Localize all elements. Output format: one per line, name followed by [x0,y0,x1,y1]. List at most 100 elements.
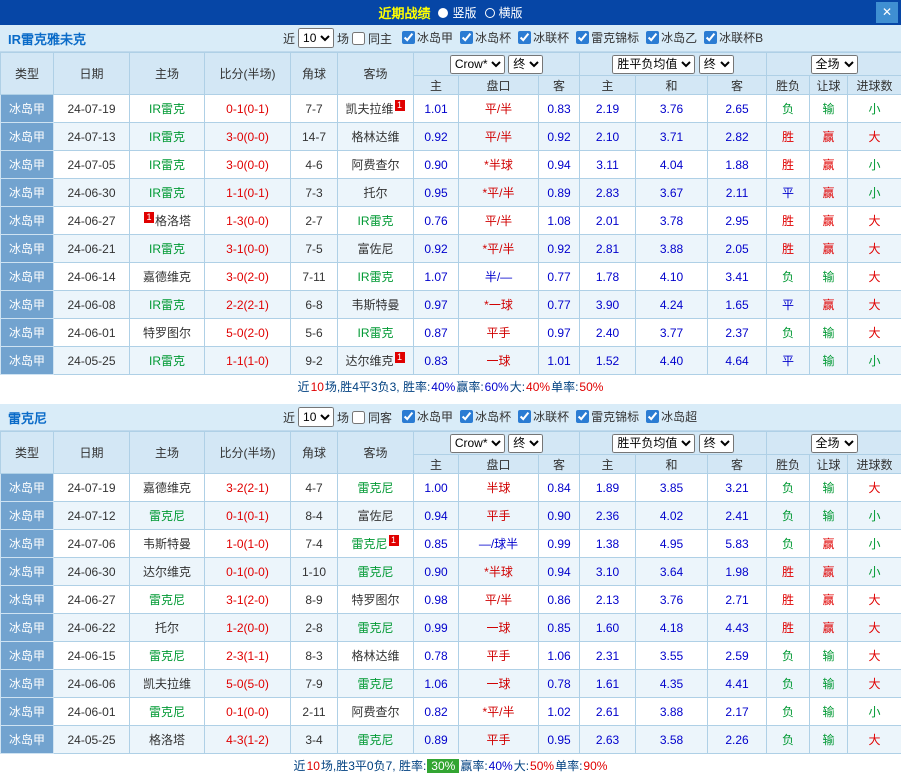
cell: 2-11 [291,698,338,726]
cell: 小 [848,347,901,375]
cell: 赢 [810,179,848,207]
cell: 平 [767,179,810,207]
cell: 3.85 [636,474,708,502]
cell: 阿费查尔 [338,698,414,726]
cell: 0.78 [539,670,580,698]
cell: 富佐尼 [338,502,414,530]
cell: 0.83 [539,95,580,123]
league-checkbox[interactable] [460,31,473,44]
cell: 3.10 [580,558,636,586]
cell: 0.82 [414,698,459,726]
league-label: 雷克锦标 [591,408,639,425]
odds-state-select[interactable]: 终 [508,434,543,453]
cell: 1.60 [580,614,636,642]
cell: 4.02 [636,502,708,530]
cell: 嘉德维克 [130,474,205,502]
cell: 1-10 [291,558,338,586]
euro-state-select[interactable]: 终 [699,434,734,453]
cell: 2.17 [708,698,767,726]
cell: 嘉德维克 [130,263,205,291]
cell: 输 [810,502,848,530]
layout-vertical-label: 竖版 [452,4,476,21]
cell: 冰岛甲 [1,726,54,754]
cell: 1-3(0-0) [205,207,291,235]
cell: 0.92 [539,235,580,263]
cell: 韦斯特曼 [130,530,205,558]
cell: 雷克尼1 [338,530,414,558]
summary-part: 60% [485,380,509,394]
cell: 3-0(2-0) [205,263,291,291]
league-checkbox[interactable] [402,31,415,44]
cell: 8-3 [291,642,338,670]
cell: 冰岛甲 [1,586,54,614]
cell: 冰岛甲 [1,151,54,179]
summary-part: 场,胜3平0负7, 胜率: [321,757,426,774]
cell: 1-0(1-0) [205,530,291,558]
col-date: 日期 [54,53,130,95]
asia-odds-controls: Crow* 终 [414,53,580,76]
same-venue-checkbox[interactable] [352,411,365,424]
league-checkbox[interactable] [576,31,589,44]
red-card-badge: 1 [395,352,405,363]
col-asia-away: 客 [539,455,580,474]
cell: 赢 [810,207,848,235]
league-checkbox[interactable] [460,410,473,423]
layout-vertical-radio[interactable]: 竖版 [438,4,476,21]
col-euro-away: 客 [708,76,767,95]
league-checkbox[interactable] [704,31,717,44]
cell: 1.06 [539,642,580,670]
cell: 赢 [810,151,848,179]
odds-provider-select[interactable]: Crow* [450,434,505,453]
euro-odds-select[interactable]: 胜平负均值 [612,55,695,74]
match-count-select[interactable]: 10 [298,407,334,427]
team-section-away: 雷克尼 近 10 场 同客 冰岛甲冰岛杯冰联杯雷克锦标冰岛超 类型 日期 主场 … [0,404,901,777]
cell: 1.78 [580,263,636,291]
odds-state-select[interactable]: 终 [508,55,543,74]
league-checkbox[interactable] [646,31,659,44]
cell: 富佐尼 [338,235,414,263]
euro-state-select[interactable]: 终 [699,55,734,74]
league-checkbox[interactable] [402,410,415,423]
same-venue-checkbox[interactable] [352,32,365,45]
match-count-select[interactable]: 10 [298,28,334,48]
cell: 1-1(0-1) [205,179,291,207]
cell: 0.94 [414,502,459,530]
cell: 冰岛甲 [1,319,54,347]
table-row: 冰岛甲24-07-13IR雷克3-0(0-0)14-7格林达维0.92平/半0.… [1,123,901,151]
league-checkbox[interactable] [646,410,659,423]
cell: 0-1(0-1) [205,95,291,123]
cell: 0.77 [539,291,580,319]
cell: 负 [767,95,810,123]
cell: 冰岛甲 [1,207,54,235]
table-row: 冰岛甲24-06-01雷克尼0-1(0-0)2-11阿费查尔0.82*平/半1.… [1,698,901,726]
cell: 负 [767,726,810,754]
layout-horizontal-radio[interactable]: 横版 [485,4,523,21]
scope-select[interactable]: 全场 [811,434,858,453]
table-row: 冰岛甲24-07-19嘉德维克3-2(2-1)4-7雷克尼1.00半球0.841… [1,474,901,502]
cell: 4.18 [636,614,708,642]
cell: 0.77 [539,263,580,291]
cell: 1.61 [580,670,636,698]
cell: 平/半 [459,207,539,235]
cell: IR雷克 [130,179,205,207]
cell: 负 [767,698,810,726]
cell: 0.76 [414,207,459,235]
cell: 平 [767,347,810,375]
close-icon[interactable]: ✕ [876,2,898,23]
cell: 冰岛甲 [1,558,54,586]
cell: 输 [810,726,848,754]
league-checkbox[interactable] [518,410,531,423]
league-checkbox[interactable] [518,31,531,44]
league-filter: 冰岛杯 [460,29,511,46]
cell: 输 [810,95,848,123]
cell: 0-1(0-0) [205,558,291,586]
filter-bar: 雷克尼 近 10 场 同客 冰岛甲冰岛杯冰联杯雷克锦标冰岛超 [0,404,901,431]
league-checkbox[interactable] [576,410,589,423]
euro-odds-select[interactable]: 胜平负均值 [612,434,695,453]
cell: 7-3 [291,179,338,207]
scope-select[interactable]: 全场 [811,55,858,74]
cell: 赢 [810,291,848,319]
cell: 平手 [459,726,539,754]
cell: 24-06-30 [54,179,130,207]
odds-provider-select[interactable]: Crow* [450,55,505,74]
